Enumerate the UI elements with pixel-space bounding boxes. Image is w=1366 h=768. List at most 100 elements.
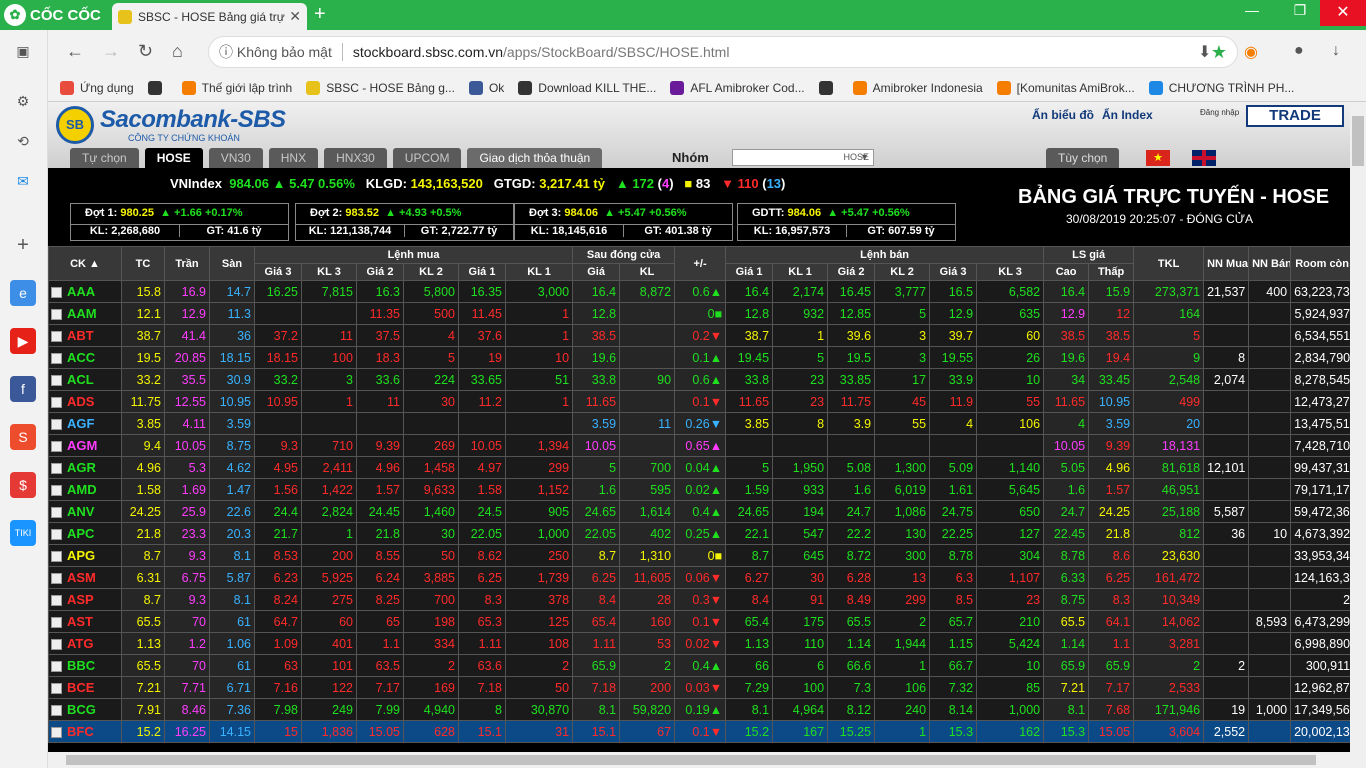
stock-symbol[interactable]: AST bbox=[67, 614, 93, 629]
cell-symbol[interactable]: ANV bbox=[48, 500, 122, 523]
hide-chart-link[interactable]: Ẩn biểu đồ bbox=[1032, 108, 1094, 122]
tab-2[interactable]: VN30 bbox=[208, 148, 263, 168]
cell-symbol[interactable]: ACC bbox=[48, 346, 122, 369]
back-icon[interactable]: ← bbox=[66, 41, 84, 62]
bookmark-item[interactable]: [Komunitas AmiBrok... bbox=[996, 80, 1135, 95]
row-checkbox[interactable] bbox=[51, 683, 62, 695]
table-row[interactable]: AAA 15.8 16.9 14.7 16.25 7,815 16.3 5,800 16.35 3… bbox=[48, 280, 1350, 303]
cell-symbol[interactable]: BFC bbox=[48, 720, 122, 743]
new-tab-button[interactable]: + bbox=[314, 3, 326, 26]
stock-symbol[interactable]: ABT bbox=[67, 328, 94, 343]
cell-symbol[interactable]: AAM bbox=[48, 302, 122, 325]
bookmark-item[interactable]: Ok bbox=[468, 80, 504, 95]
table-row[interactable]: BCG 7.91 8.46 7.36 7.98 249 7.99 4,940 8 30,870 8.… bbox=[48, 698, 1350, 721]
row-checkbox[interactable] bbox=[51, 617, 62, 629]
table-row[interactable]: ACC 19.5 20.85 18.15 18.15 100 18.3 5 19 10 19.6 0.… bbox=[48, 346, 1350, 369]
sacombank-logo[interactable]: SB Sacombank-SBS CÔNG TY CHỨNG KHOÁN bbox=[56, 106, 286, 144]
row-checkbox[interactable] bbox=[51, 331, 62, 343]
row-checkbox[interactable] bbox=[51, 441, 62, 453]
cell-symbol[interactable]: AGM bbox=[48, 434, 122, 457]
stock-symbol[interactable]: AGR bbox=[67, 460, 96, 475]
table-row[interactable]: ABT 38.7 41.4 36 37.2 11 37.5 4 37.6 1 38.5 0.2▼ 38.… bbox=[48, 324, 1350, 347]
tab-3[interactable]: HNX bbox=[268, 148, 319, 168]
custom-tab[interactable]: Tùy chọn bbox=[1046, 148, 1120, 168]
table-row[interactable]: BFC 15.2 16.25 14.15 15 1,836 15.05 628 15.1 31 15… bbox=[48, 720, 1350, 743]
stock-symbol[interactable]: ACL bbox=[67, 372, 94, 387]
table-row[interactable]: AGF 3.85 4.11 3.59 3.59 11 0.26▼ 3.85 8 3.9 55 4 106… bbox=[48, 412, 1350, 435]
row-checkbox[interactable] bbox=[51, 661, 62, 673]
tab-1[interactable]: HOSE bbox=[144, 148, 203, 168]
cell-symbol[interactable]: ASP bbox=[48, 588, 122, 611]
bookmark-item[interactable]: SBSC - HOSE Bảng g... bbox=[306, 80, 455, 95]
row-checkbox[interactable] bbox=[51, 529, 62, 541]
cell-symbol[interactable]: BBC bbox=[48, 654, 122, 677]
bookmark-item[interactable]: Download KILL THE... bbox=[518, 80, 656, 95]
stock-symbol[interactable]: BCE bbox=[67, 680, 94, 695]
table-row[interactable]: APG 8.7 9.3 8.1 8.53 200 8.55 50 8.62 250 8.7 1,310… bbox=[48, 544, 1350, 567]
hide-index-link[interactable]: Ẩn Index bbox=[1102, 108, 1153, 122]
bookmark-star-icon[interactable]: ★ bbox=[1211, 42, 1227, 63]
vertical-scrollbar[interactable] bbox=[1350, 102, 1366, 768]
cell-symbol[interactable]: AMD bbox=[48, 478, 122, 501]
stock-symbol[interactable]: ANV bbox=[67, 504, 94, 519]
stock-symbol[interactable]: ASM bbox=[67, 570, 96, 585]
stock-symbol[interactable]: AMD bbox=[67, 482, 97, 497]
security-indicator[interactable]: ⓘ Không bảo mật bbox=[219, 42, 332, 62]
profile-icon[interactable]: ● bbox=[1294, 42, 1304, 60]
downloads-icon[interactable]: ↓ bbox=[1332, 42, 1340, 60]
cell-symbol[interactable]: AST bbox=[48, 610, 122, 633]
stock-symbol[interactable]: AGF bbox=[67, 416, 94, 431]
sidebar-toggle-icon[interactable]: ▣ bbox=[10, 38, 36, 64]
table-row[interactable]: ANV 24.25 25.9 22.6 24.4 2,824 24.45 1,460 24.5 9… bbox=[48, 500, 1350, 523]
cell-symbol[interactable]: BCG bbox=[48, 698, 122, 721]
table-row[interactable]: ACL 33.2 35.5 30.9 33.2 3 33.6 224 33.65 51 33.8 90… bbox=[48, 368, 1350, 391]
stock-symbol[interactable]: APC bbox=[67, 526, 94, 541]
news-app-icon[interactable]: e bbox=[10, 280, 36, 306]
stock-symbol[interactable]: APG bbox=[67, 548, 95, 563]
messenger-icon[interactable]: ✉ bbox=[10, 168, 36, 194]
table-row[interactable]: ASM 6.31 6.75 5.87 6.23 5,925 6.24 3,885 6.25 1,7… bbox=[48, 566, 1350, 589]
add-panel-icon[interactable]: + bbox=[10, 232, 36, 258]
cell-symbol[interactable]: APG bbox=[48, 544, 122, 567]
stock-symbol[interactable]: AAM bbox=[67, 306, 97, 321]
tab-4[interactable]: HNX30 bbox=[324, 148, 387, 168]
stock-symbol[interactable]: ASP bbox=[67, 592, 94, 607]
sendo-icon[interactable]: $ bbox=[10, 472, 36, 498]
row-checkbox[interactable] bbox=[51, 485, 62, 497]
cell-symbol[interactable]: ASM bbox=[48, 566, 122, 589]
restore-icon[interactable]: ❐ bbox=[1286, 2, 1314, 19]
row-checkbox[interactable] bbox=[51, 287, 62, 299]
settings-icon[interactable]: ⚙ bbox=[10, 88, 36, 114]
cell-symbol[interactable]: APC bbox=[48, 522, 122, 545]
row-checkbox[interactable] bbox=[51, 463, 62, 475]
reload-icon[interactable]: ↻ bbox=[138, 41, 153, 62]
row-checkbox[interactable] bbox=[51, 727, 62, 739]
coccoc-logo[interactable]: ✿ CỐC CỐC bbox=[4, 4, 101, 26]
browser-tab[interactable]: SBSC - HOSE Bảng giá trự ✕ bbox=[112, 3, 307, 30]
table-row[interactable]: AGM 9.4 10.05 8.75 9.3 710 9.39 269 10.05 1,394 10… bbox=[48, 434, 1350, 457]
row-checkbox[interactable] bbox=[51, 705, 62, 717]
row-checkbox[interactable] bbox=[51, 595, 62, 607]
minimize-icon[interactable]: — bbox=[1238, 2, 1266, 18]
download-box-icon[interactable]: ⬇ bbox=[1198, 42, 1211, 62]
row-checkbox[interactable] bbox=[51, 551, 62, 563]
table-row[interactable]: ADS 11.75 12.55 10.95 10.95 1 11 30 11.2 1 11.65 0.… bbox=[48, 390, 1350, 413]
forward-icon[interactable]: → bbox=[102, 41, 120, 62]
tab-close-icon[interactable]: ✕ bbox=[289, 8, 301, 25]
extension-icon[interactable]: ◉ bbox=[1244, 42, 1258, 62]
cell-symbol[interactable]: ADS bbox=[48, 390, 122, 413]
table-row[interactable]: ASP 8.7 9.3 8.1 8.24 275 8.25 700 8.3 378 8.4 28 0.3… bbox=[48, 588, 1350, 611]
home-icon[interactable]: ⌂ bbox=[172, 41, 183, 62]
tab-6[interactable]: Giao dịch thỏa thuận bbox=[467, 148, 603, 168]
column-header[interactable]: CK ▲ bbox=[48, 246, 122, 281]
english-flag-icon[interactable] bbox=[1192, 150, 1216, 166]
row-checkbox[interactable] bbox=[51, 573, 62, 585]
table-row[interactable]: AGR 4.96 5.3 4.62 4.95 2,411 4.96 1,458 4.97 299 5… bbox=[48, 456, 1350, 479]
cell-symbol[interactable]: ATG bbox=[48, 632, 122, 655]
tiki-icon[interactable]: TIKI bbox=[10, 520, 36, 546]
login-link[interactable]: Đăng nhập bbox=[1200, 108, 1239, 117]
row-checkbox[interactable] bbox=[51, 419, 62, 431]
table-row[interactable]: AST 65.5 70 61 64.7 60 65 198 65.3 125 65.4 160 0.1▼… bbox=[48, 610, 1350, 633]
bookmark-item[interactable] bbox=[818, 80, 839, 95]
bookmark-item[interactable]: AFL Amibroker Cod... bbox=[670, 80, 805, 95]
